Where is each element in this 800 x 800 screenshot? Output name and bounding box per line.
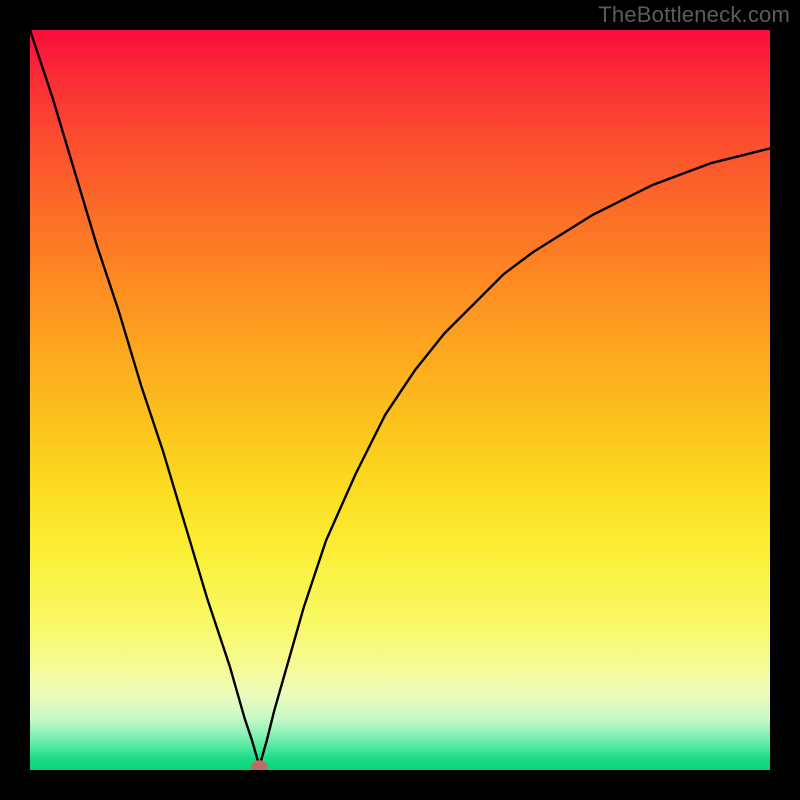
curve-minimum-marker — [251, 760, 267, 770]
chart-frame: TheBottleneck.com — [0, 0, 800, 800]
plot-area — [30, 30, 770, 770]
watermark-text: TheBottleneck.com — [598, 2, 790, 28]
bottleneck-curve — [30, 30, 770, 766]
chart-svg — [30, 30, 770, 770]
